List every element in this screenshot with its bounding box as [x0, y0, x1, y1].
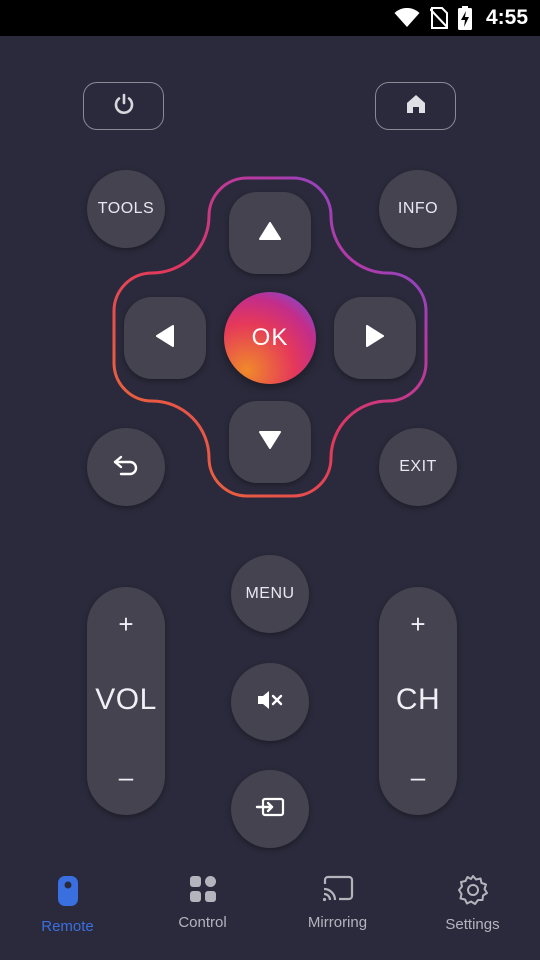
mute-icon — [256, 689, 284, 716]
nav-label-mirroring: Mirroring — [307, 914, 368, 931]
menu-label: MENU — [245, 585, 295, 602]
grid-icon — [188, 874, 218, 908]
input-source-icon — [255, 796, 285, 823]
home-button[interactable] — [375, 82, 456, 130]
power-button[interactable] — [83, 82, 164, 130]
info-label: INFO — [397, 200, 439, 217]
channel-down-button[interactable]: – — [379, 762, 457, 793]
info-button[interactable]: INFO — [379, 170, 457, 248]
exit-label: EXIT — [399, 458, 437, 475]
tools-label: TOOLS — [97, 200, 155, 217]
dpad-left-button[interactable] — [124, 297, 206, 379]
exit-button[interactable]: EXIT — [379, 428, 457, 506]
volume-up-button[interactable]: + — [87, 609, 165, 640]
dpad-up-button[interactable] — [229, 192, 311, 274]
nav-item-remote[interactable]: Remote — [0, 860, 135, 960]
wifi-icon — [394, 8, 420, 28]
nav-label-remote: Remote — [41, 918, 94, 935]
triangle-left-icon — [156, 324, 174, 352]
back-button[interactable] — [87, 428, 165, 506]
mute-button[interactable] — [231, 663, 309, 741]
ok-label: OK — [251, 324, 289, 351]
remote-icon — [56, 874, 80, 912]
nav-label-control: Control — [178, 914, 227, 931]
dpad-down-button[interactable] — [229, 401, 311, 483]
input-source-button[interactable] — [231, 770, 309, 848]
status-time: 4:55 — [485, 6, 528, 29]
back-arrow-icon — [112, 453, 140, 482]
home-icon — [405, 93, 427, 119]
triangle-up-icon — [259, 221, 281, 245]
dpad-right-button[interactable] — [334, 297, 416, 379]
no-sim-icon — [429, 7, 448, 29]
nav-item-control[interactable]: Control — [135, 860, 270, 960]
tools-button[interactable]: TOOLS — [87, 170, 165, 248]
channel-label: CH — [395, 683, 441, 716]
status-bar: 4:55 — [0, 0, 540, 36]
volume-control: + VOL – — [87, 587, 165, 815]
nav-item-mirroring[interactable]: Mirroring — [270, 860, 405, 960]
channel-up-button[interactable]: + — [379, 609, 457, 640]
nav-item-settings[interactable]: Settings — [405, 860, 540, 960]
volume-down-button[interactable]: – — [87, 762, 165, 793]
triangle-down-icon — [259, 430, 281, 454]
channel-control: + CH – — [379, 587, 457, 815]
ok-button[interactable]: OK — [224, 292, 316, 384]
menu-button[interactable]: MENU — [231, 555, 309, 633]
nav-label-settings: Settings — [445, 916, 500, 933]
battery-charging-icon — [457, 6, 472, 30]
power-icon — [112, 92, 136, 120]
gear-icon — [457, 874, 489, 910]
triangle-right-icon — [366, 324, 384, 352]
bottom-navigation: Remote Control Mirroring Settings — [0, 860, 540, 960]
volume-label: VOL — [95, 683, 157, 716]
cast-icon — [321, 874, 355, 908]
